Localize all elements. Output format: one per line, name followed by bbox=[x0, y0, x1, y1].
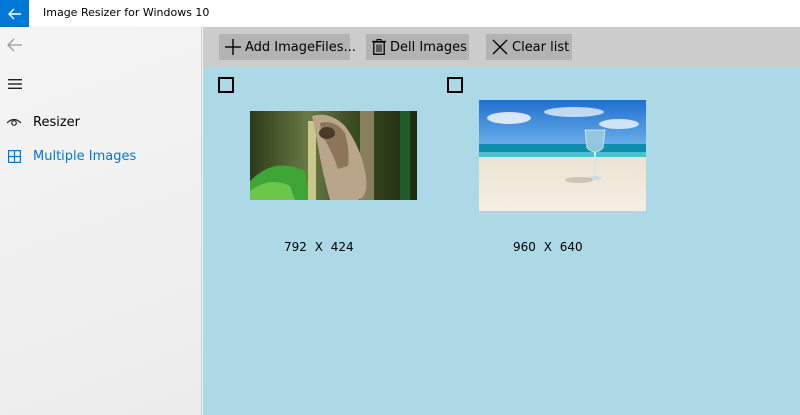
hamburger-menu-button[interactable] bbox=[4, 75, 26, 93]
sidebar-item-multiple-images[interactable]: Multiple Images bbox=[0, 141, 202, 171]
image-card: 792 X 424 bbox=[213, 67, 417, 267]
delete-images-button[interactable]: Dell Images bbox=[366, 34, 469, 60]
grid-icon bbox=[0, 141, 28, 171]
eye-icon bbox=[0, 107, 28, 137]
sloth-thumbnail[interactable] bbox=[250, 111, 417, 200]
add-image-files-button[interactable]: Add ImageFiles... bbox=[219, 34, 356, 60]
image-dimensions: 792 X 424 bbox=[284, 240, 354, 254]
sidebar-item-resizer[interactable]: Resizer bbox=[0, 107, 202, 137]
plus-icon bbox=[225, 38, 241, 56]
nav-back-button[interactable] bbox=[4, 35, 26, 55]
image-dimensions: 960 X 640 bbox=[513, 240, 583, 254]
window-title: Image Resizer for Windows 10 bbox=[43, 6, 210, 19]
close-icon bbox=[492, 38, 508, 56]
toolbar: Add ImageFiles... Dell Images Clear list bbox=[203, 27, 800, 67]
clear-list-button[interactable]: Clear list bbox=[486, 34, 572, 60]
title-back-button[interactable] bbox=[0, 0, 29, 27]
hamburger-icon bbox=[8, 79, 22, 89]
delete-button-label: Dell Images bbox=[390, 39, 467, 55]
sidebar: Resizer Multiple Images bbox=[0, 27, 202, 415]
image-checkbox[interactable] bbox=[447, 77, 463, 93]
clear-button-label: Clear list bbox=[512, 39, 570, 55]
trash-icon bbox=[372, 38, 386, 56]
sidebar-item-label: Resizer bbox=[33, 114, 80, 130]
image-checkbox[interactable] bbox=[218, 77, 234, 93]
main-content: Add ImageFiles... Dell Images Clear list… bbox=[203, 27, 800, 415]
image-card: 960 X 640 bbox=[442, 67, 646, 267]
back-arrow-icon bbox=[7, 38, 22, 52]
beach-thumbnail[interactable] bbox=[479, 100, 646, 211]
sidebar-item-label: Multiple Images bbox=[33, 148, 137, 164]
title-bar: Image Resizer for Windows 10 bbox=[0, 0, 800, 27]
arrow-left-icon bbox=[7, 8, 21, 19]
add-button-label: Add ImageFiles... bbox=[245, 39, 356, 55]
